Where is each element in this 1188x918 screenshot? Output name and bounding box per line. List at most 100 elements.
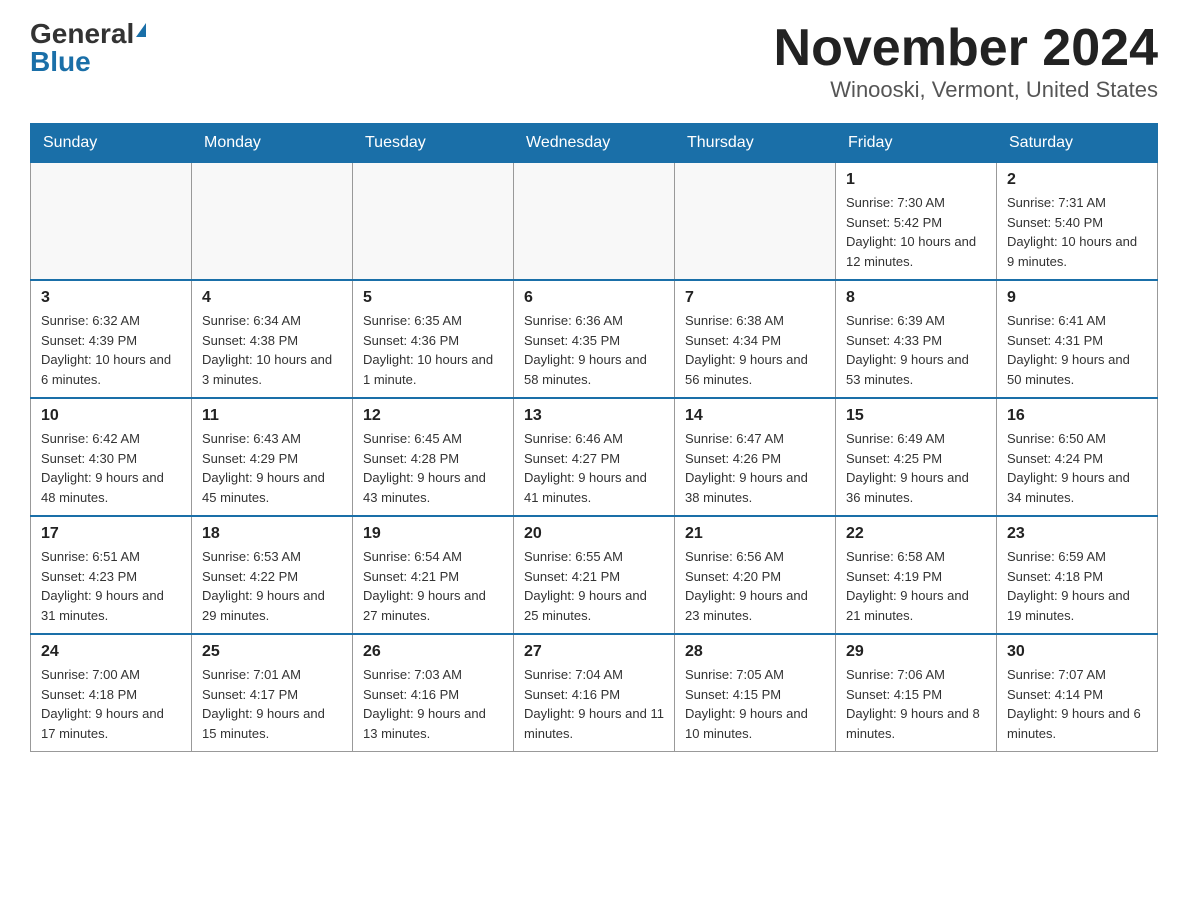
day-info: Sunrise: 7:31 AMSunset: 5:40 PMDaylight:… [1007, 193, 1147, 271]
day-number: 1 [846, 171, 986, 189]
calendar-cell: 6 Sunrise: 6:36 AMSunset: 4:35 PMDaylight… [514, 280, 675, 398]
day-info: Sunrise: 7:00 AMSunset: 4:18 PMDaylight:… [41, 665, 181, 743]
day-number: 22 [846, 525, 986, 543]
calendar-cell [31, 163, 192, 281]
logo-triangle-icon [136, 23, 146, 37]
calendar-cell: 5 Sunrise: 6:35 AMSunset: 4:36 PMDaylight… [353, 280, 514, 398]
day-number: 29 [846, 643, 986, 661]
day-number: 19 [363, 525, 503, 543]
day-number: 30 [1007, 643, 1147, 661]
calendar-cell [514, 163, 675, 281]
weekday-header-saturday: Saturday [997, 124, 1158, 163]
calendar-cell: 25 Sunrise: 7:01 AMSunset: 4:17 PMDayligh… [192, 634, 353, 752]
day-info: Sunrise: 6:34 AMSunset: 4:38 PMDaylight:… [202, 311, 342, 389]
calendar-cell: 2 Sunrise: 7:31 AMSunset: 5:40 PMDaylight… [997, 163, 1158, 281]
day-number: 6 [524, 289, 664, 307]
day-number: 17 [41, 525, 181, 543]
logo: General Blue [30, 20, 146, 76]
day-number: 14 [685, 407, 825, 425]
calendar-cell: 29 Sunrise: 7:06 AMSunset: 4:15 PMDayligh… [836, 634, 997, 752]
day-info: Sunrise: 7:30 AMSunset: 5:42 PMDaylight:… [846, 193, 986, 271]
calendar-cell: 28 Sunrise: 7:05 AMSunset: 4:15 PMDayligh… [675, 634, 836, 752]
calendar-cell: 7Sunrise: 6:38 AMSunset: 4:34 PMDaylight… [675, 280, 836, 398]
calendar-cell: 17 Sunrise: 6:51 AMSunset: 4:23 PMDayligh… [31, 516, 192, 634]
day-info: Sunrise: 6:38 AMSunset: 4:34 PMDaylight:… [685, 311, 825, 389]
day-number: 28 [685, 643, 825, 661]
weekday-header-monday: Monday [192, 124, 353, 163]
day-number: 27 [524, 643, 664, 661]
calendar-cell: 8 Sunrise: 6:39 AMSunset: 4:33 PMDaylight… [836, 280, 997, 398]
day-number: 23 [1007, 525, 1147, 543]
day-info: Sunrise: 6:59 AMSunset: 4:18 PMDaylight:… [1007, 547, 1147, 625]
calendar-cell: 22Sunrise: 6:58 AMSunset: 4:19 PMDayligh… [836, 516, 997, 634]
day-info: Sunrise: 7:07 AMSunset: 4:14 PMDaylight:… [1007, 665, 1147, 743]
calendar-cell: 9 Sunrise: 6:41 AMSunset: 4:31 PMDaylight… [997, 280, 1158, 398]
day-number: 11 [202, 407, 342, 425]
day-info: Sunrise: 6:54 AMSunset: 4:21 PMDaylight:… [363, 547, 503, 625]
day-info: Sunrise: 6:35 AMSunset: 4:36 PMDaylight:… [363, 311, 503, 389]
weekday-header-thursday: Thursday [675, 124, 836, 163]
day-info: Sunrise: 6:45 AMSunset: 4:28 PMDaylight:… [363, 429, 503, 507]
day-number: 5 [363, 289, 503, 307]
calendar-week-row: 10 Sunrise: 6:42 AMSunset: 4:30 PMDayligh… [31, 398, 1158, 516]
day-number: 20 [524, 525, 664, 543]
day-number: 25 [202, 643, 342, 661]
day-number: 21 [685, 525, 825, 543]
day-info: Sunrise: 6:41 AMSunset: 4:31 PMDaylight:… [1007, 311, 1147, 389]
day-info: Sunrise: 7:01 AMSunset: 4:17 PMDaylight:… [202, 665, 342, 743]
day-info: Sunrise: 7:06 AMSunset: 4:15 PMDaylight:… [846, 665, 986, 743]
day-number: 16 [1007, 407, 1147, 425]
day-number: 26 [363, 643, 503, 661]
calendar-cell: 24 Sunrise: 7:00 AMSunset: 4:18 PMDayligh… [31, 634, 192, 752]
day-info: Sunrise: 6:42 AMSunset: 4:30 PMDaylight:… [41, 429, 181, 507]
day-info: Sunrise: 6:39 AMSunset: 4:33 PMDaylight:… [846, 311, 986, 389]
page-subtitle: Winooski, Vermont, United States [774, 77, 1158, 103]
calendar-cell: 27 Sunrise: 7:04 AMSunset: 4:16 PMDayligh… [514, 634, 675, 752]
day-info: Sunrise: 7:05 AMSunset: 4:15 PMDaylight:… [685, 665, 825, 743]
day-info: Sunrise: 6:55 AMSunset: 4:21 PMDaylight:… [524, 547, 664, 625]
title-block: November 2024 Winooski, Vermont, United … [774, 20, 1158, 103]
day-info: Sunrise: 6:43 AMSunset: 4:29 PMDaylight:… [202, 429, 342, 507]
day-number: 12 [363, 407, 503, 425]
calendar-cell: 3 Sunrise: 6:32 AMSunset: 4:39 PMDaylight… [31, 280, 192, 398]
day-number: 18 [202, 525, 342, 543]
calendar-cell: 19 Sunrise: 6:54 AMSunset: 4:21 PMDayligh… [353, 516, 514, 634]
calendar-cell: 13Sunrise: 6:46 AMSunset: 4:27 PMDayligh… [514, 398, 675, 516]
day-info: Sunrise: 6:49 AMSunset: 4:25 PMDaylight:… [846, 429, 986, 507]
page-header: General Blue November 2024 Winooski, Ver… [30, 20, 1158, 103]
calendar-cell [675, 163, 836, 281]
day-info: Sunrise: 6:36 AMSunset: 4:35 PMDaylight:… [524, 311, 664, 389]
logo-general-text: General [30, 20, 134, 48]
day-number: 13 [524, 407, 664, 425]
calendar-table: SundayMondayTuesdayWednesdayThursdayFrid… [30, 123, 1158, 752]
day-number: 2 [1007, 171, 1147, 189]
day-number: 4 [202, 289, 342, 307]
calendar-cell: 14Sunrise: 6:47 AMSunset: 4:26 PMDayligh… [675, 398, 836, 516]
weekday-header-row: SundayMondayTuesdayWednesdayThursdayFrid… [31, 124, 1158, 163]
day-number: 9 [1007, 289, 1147, 307]
calendar-week-row: 3 Sunrise: 6:32 AMSunset: 4:39 PMDaylight… [31, 280, 1158, 398]
calendar-cell: 23 Sunrise: 6:59 AMSunset: 4:18 PMDayligh… [997, 516, 1158, 634]
calendar-cell: 10 Sunrise: 6:42 AMSunset: 4:30 PMDayligh… [31, 398, 192, 516]
day-number: 15 [846, 407, 986, 425]
calendar-week-row: 17 Sunrise: 6:51 AMSunset: 4:23 PMDayligh… [31, 516, 1158, 634]
calendar-cell: 15 Sunrise: 6:49 AMSunset: 4:25 PMDayligh… [836, 398, 997, 516]
weekday-header-tuesday: Tuesday [353, 124, 514, 163]
weekday-header-friday: Friday [836, 124, 997, 163]
weekday-header-sunday: Sunday [31, 124, 192, 163]
calendar-cell [353, 163, 514, 281]
day-info: Sunrise: 6:51 AMSunset: 4:23 PMDaylight:… [41, 547, 181, 625]
day-info: Sunrise: 6:53 AMSunset: 4:22 PMDaylight:… [202, 547, 342, 625]
day-number: 10 [41, 407, 181, 425]
calendar-cell: 1 Sunrise: 7:30 AMSunset: 5:42 PMDaylight… [836, 163, 997, 281]
day-number: 3 [41, 289, 181, 307]
day-info: Sunrise: 7:04 AMSunset: 4:16 PMDaylight:… [524, 665, 664, 743]
calendar-cell: 30 Sunrise: 7:07 AMSunset: 4:14 PMDayligh… [997, 634, 1158, 752]
weekday-header-wednesday: Wednesday [514, 124, 675, 163]
day-info: Sunrise: 6:32 AMSunset: 4:39 PMDaylight:… [41, 311, 181, 389]
day-number: 8 [846, 289, 986, 307]
calendar-week-row: 24 Sunrise: 7:00 AMSunset: 4:18 PMDayligh… [31, 634, 1158, 752]
day-number: 24 [41, 643, 181, 661]
calendar-week-row: 1 Sunrise: 7:30 AMSunset: 5:42 PMDaylight… [31, 163, 1158, 281]
logo-blue-text: Blue [30, 48, 91, 76]
